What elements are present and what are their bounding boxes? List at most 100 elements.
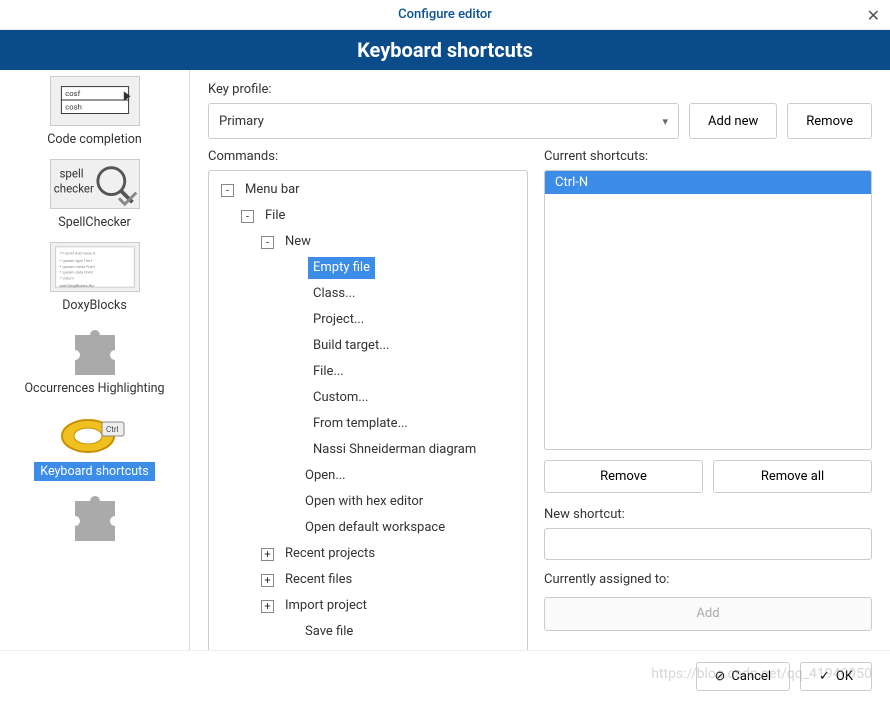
- current-shortcuts-label: Current shortcuts:: [544, 149, 872, 164]
- tree-node-label[interactable]: Open...: [300, 465, 351, 487]
- tree-node[interactable]: Class...: [213, 281, 523, 307]
- tree-node[interactable]: Nassi Shneiderman diagram: [213, 437, 523, 463]
- puzzle-icon: [50, 325, 140, 375]
- key-profile-value: Primary: [219, 114, 264, 129]
- cancel-button[interactable]: ⊘ Cancel: [696, 662, 790, 691]
- sidebar-item-label: DoxyBlocks: [56, 296, 133, 315]
- tree-node[interactable]: Empty file: [213, 255, 523, 281]
- tree-node-label[interactable]: Nassi Shneiderman diagram: [308, 439, 481, 461]
- current-shortcuts-list[interactable]: Ctrl-N: [544, 170, 872, 450]
- tree-node[interactable]: Build target...: [213, 333, 523, 359]
- tree-node[interactable]: -File: [213, 203, 523, 229]
- svg-text:cosh: cosh: [65, 103, 82, 112]
- sidebar-item-doxyblocks[interactable]: /*! \brief Add menu it. * \param type The…: [4, 242, 185, 315]
- commands-label: Commands:: [208, 149, 528, 164]
- svg-text:* \return: * \return: [59, 275, 73, 280]
- tree-node-label[interactable]: Import project: [280, 595, 372, 617]
- keyboard-shortcuts-icon: Ctrl: [50, 408, 140, 458]
- remove-all-shortcuts-button[interactable]: Remove all: [713, 460, 872, 493]
- page-title: Keyboard shortcuts: [357, 38, 533, 62]
- sidebar-item-spellchecker[interactable]: spellchecker SpellChecker: [4, 159, 185, 232]
- tree-node[interactable]: -New: [213, 229, 523, 255]
- dialog-footer: ⊘ Cancel ✓ OK: [0, 650, 890, 702]
- tree-spacer: [289, 366, 302, 379]
- tree-spacer: [289, 340, 302, 353]
- close-icon[interactable]: ✕: [867, 6, 880, 25]
- sidebar-item-label: Keyboard shortcuts: [34, 462, 154, 481]
- commands-tree[interactable]: -Menu bar-File-NewEmpty fileClass...Proj…: [208, 170, 528, 672]
- tree-node[interactable]: From template...: [213, 411, 523, 437]
- tree-node-label[interactable]: Custom...: [308, 387, 374, 409]
- sidebar-item-next[interactable]: [4, 491, 185, 541]
- tree-node-label[interactable]: Recent projects: [280, 543, 380, 565]
- tree-spacer: [289, 314, 302, 327]
- ok-button[interactable]: ✓ OK: [800, 662, 872, 691]
- sidebar-item-label: Code completion: [41, 130, 148, 149]
- tree-node-label[interactable]: From template...: [308, 413, 413, 435]
- svg-text:Ctrl: Ctrl: [106, 425, 119, 434]
- sidebar-item-code-completion[interactable]: cosf cosh Code completion: [4, 76, 185, 149]
- collapse-icon[interactable]: -: [221, 184, 234, 197]
- tree-node-label[interactable]: Menu bar: [240, 179, 305, 201]
- tree-node[interactable]: + Recent projects: [213, 541, 523, 567]
- svg-text:cosf: cosf: [65, 89, 80, 98]
- tree-spacer: [289, 418, 302, 431]
- tree-node-label[interactable]: Open default workspace: [300, 517, 450, 539]
- expand-icon[interactable]: +: [261, 574, 274, 587]
- tree-node[interactable]: + Import project: [213, 593, 523, 619]
- tree-spacer: [289, 392, 302, 405]
- new-shortcut-input[interactable]: [544, 528, 872, 560]
- collapse-icon[interactable]: -: [261, 236, 274, 249]
- tree-spacer: [289, 444, 302, 457]
- tree-spacer: [281, 470, 294, 483]
- shortcut-item[interactable]: Ctrl-N: [545, 171, 871, 194]
- titlebar: Configure editor ✕: [0, 0, 890, 30]
- sidebar-item-keyboard-shortcuts[interactable]: Ctrl Keyboard shortcuts: [4, 408, 185, 481]
- main-content: Key profile: Primary ▾ Add new Remove Co…: [190, 70, 890, 672]
- tree-node-label[interactable]: Project...: [308, 309, 369, 331]
- spellchecker-icon: spellchecker: [50, 159, 140, 209]
- remove-shortcut-button[interactable]: Remove: [544, 460, 703, 493]
- tree-node[interactable]: Open default workspace: [213, 515, 523, 541]
- collapse-icon[interactable]: -: [241, 210, 254, 223]
- doxyblocks-icon: /*! \brief Add menu it. * \param type The…: [50, 242, 140, 292]
- tree-spacer: [289, 262, 302, 275]
- page-header: Keyboard shortcuts: [0, 30, 890, 70]
- sidebar-item-label: SpellChecker: [52, 213, 136, 232]
- tree-spacer: [281, 496, 294, 509]
- tree-node-label[interactable]: Build target...: [308, 335, 394, 357]
- remove-profile-button[interactable]: Remove: [787, 103, 872, 139]
- tree-node[interactable]: + Recent files: [213, 567, 523, 593]
- tree-node-label[interactable]: File: [260, 205, 290, 227]
- tree-node[interactable]: Project...: [213, 307, 523, 333]
- assigned-to-label: Currently assigned to:: [544, 572, 872, 587]
- category-sidebar[interactable]: cosf cosh Code completion spellchecker Sp…: [0, 70, 190, 672]
- tree-spacer: [289, 288, 302, 301]
- chevron-down-icon: ▾: [663, 115, 669, 128]
- tree-node-label[interactable]: Save file: [300, 621, 358, 643]
- tree-node[interactable]: Save file: [213, 619, 523, 645]
- svg-text:/*! \brief Add menu it.: /*! \brief Add menu it.: [59, 251, 96, 256]
- tree-node-label[interactable]: New: [280, 231, 316, 253]
- svg-text:* \param data Point: * \param data Point: [59, 270, 93, 275]
- add-profile-button[interactable]: Add new: [689, 103, 777, 139]
- expand-icon[interactable]: +: [261, 548, 274, 561]
- puzzle-icon: [50, 491, 140, 541]
- check-icon: ✓: [819, 669, 830, 684]
- svg-text:spell: spell: [59, 166, 83, 180]
- key-profile-select[interactable]: Primary ▾: [208, 103, 679, 139]
- expand-icon[interactable]: +: [261, 600, 274, 613]
- tree-node[interactable]: Custom...: [213, 385, 523, 411]
- tree-node[interactable]: Open with hex editor: [213, 489, 523, 515]
- sidebar-item-occurrences[interactable]: Occurrences Highlighting: [4, 325, 185, 398]
- tree-node-label[interactable]: Empty file: [308, 257, 375, 279]
- tree-node-label[interactable]: File...: [308, 361, 349, 383]
- tree-node[interactable]: Open...: [213, 463, 523, 489]
- tree-node-label[interactable]: Recent files: [280, 569, 357, 591]
- svg-text:* \param type The t: * \param type The t: [59, 258, 93, 263]
- tree-node[interactable]: -Menu bar: [213, 177, 523, 203]
- tree-node-label[interactable]: Class...: [308, 283, 360, 305]
- tree-node-label[interactable]: Open with hex editor: [300, 491, 428, 513]
- tree-node[interactable]: File...: [213, 359, 523, 385]
- cancel-icon: ⊘: [715, 669, 726, 684]
